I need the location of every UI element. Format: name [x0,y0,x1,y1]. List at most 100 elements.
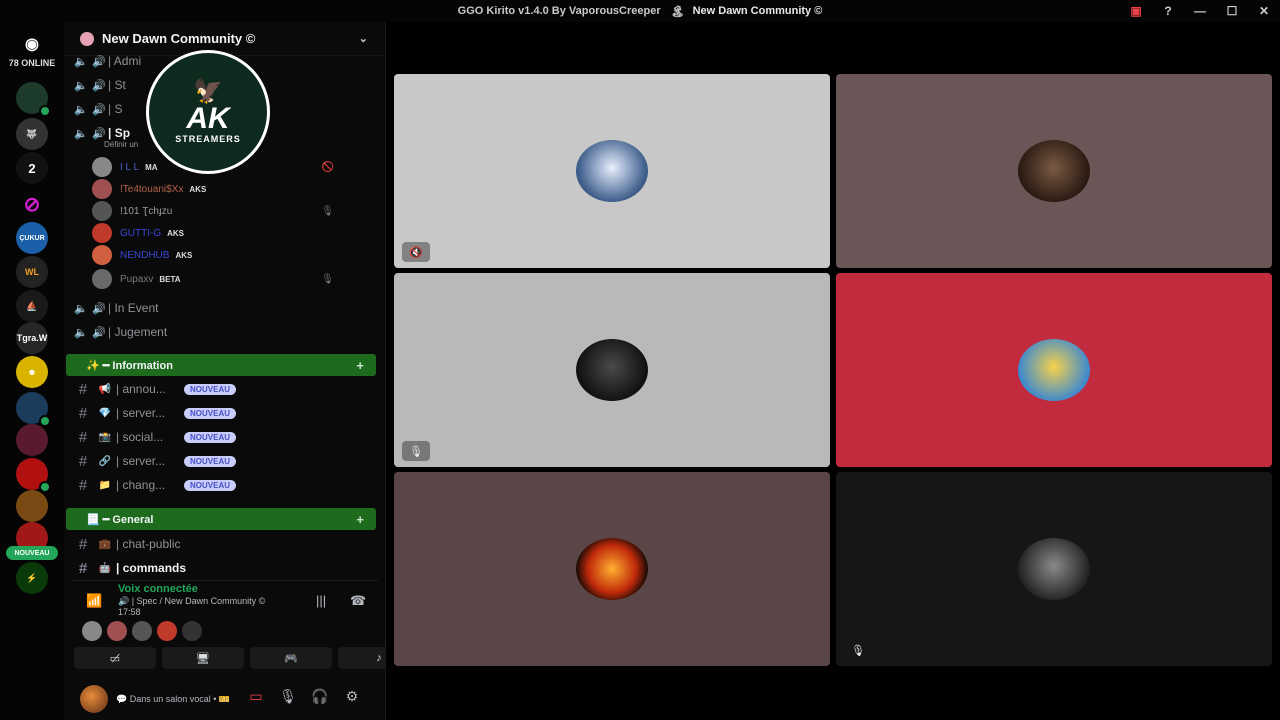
avatar[interactable] [80,685,108,713]
chevron-down-icon[interactable]: ⌄ [359,32,368,45]
hash-icon: # [78,404,88,422]
server-icon-red[interactable] [16,458,51,493]
text-channel-unread[interactable]: # 🤖 | commands [72,557,372,579]
voice-channel[interactable]: 🔈 🔊 | In Event [72,297,274,319]
avatar[interactable] [157,621,177,641]
noise-suppression-icon[interactable]: ||| [316,593,326,608]
server-icon-link[interactable]: ⊘ [16,188,48,220]
maximize-icon[interactable]: ☐ [1216,0,1248,22]
channel-name: | chat-public [116,537,181,551]
camera-off-icon[interactable]: ▭̸ [74,647,156,669]
voice-status[interactable]: Voix connectée [118,583,198,595]
server-icon-tgra[interactable]: Tgra.W [16,322,48,354]
server-icon-ship[interactable]: ⛵ [16,290,48,322]
text-channel[interactable]: # 💼 | chat-public [72,533,372,555]
avatar[interactable] [132,621,152,641]
window-title: GGO Kirito v1.4.0 By VaporousCreeper [457,5,661,17]
username: Pupaxv [120,273,154,285]
text-channel[interactable]: # 📸 | social... NOUVEAU [72,426,372,448]
voice-user[interactable]: Pupaxv BETA 🎙 [92,268,362,290]
avatar [1018,538,1090,600]
avatar[interactable] [107,621,127,641]
category-general[interactable]: 📃 ━ General + [66,508,376,530]
voice-channel-label: | St [108,78,126,92]
participant-tile[interactable] [394,472,830,666]
server-icon-brown[interactable] [16,490,48,522]
participant-tile[interactable] [836,273,1272,467]
avatar[interactable] [82,621,102,641]
voice-user[interactable]: NENDHUB AKS [92,244,362,266]
speaker-icon: 🔊 [92,103,106,116]
username: !101 Ʈchɟzu [120,205,173,217]
new-badge: NOUVEAU [184,479,237,491]
voice-user[interactable]: GUTTI-G AKS [92,222,362,244]
voice-limit-icon: 🔈 [74,79,88,92]
activity-icon[interactable]: 🎮 [250,647,332,669]
participant-tile[interactable]: 🎙 [836,472,1272,666]
user-status[interactable]: 💬 Dans un salon vocal • 🎫 [116,694,230,705]
participant-tile[interactable]: 🎙 [394,273,830,467]
avatar [576,140,648,202]
add-channel-icon[interactable]: + [356,512,364,527]
participant-tile[interactable]: 🔇 [394,74,830,268]
speaker-icon: 🔊 [92,127,106,140]
server-icon-minion[interactable]: ☻ [16,356,48,388]
voice-channel[interactable]: 🔈 🔊 | Jugement [72,321,274,343]
screen-share-icon[interactable]: ▣ [1120,0,1152,22]
speaker-icon: 🔊 [92,55,106,68]
voice-status-hint[interactable]: Définir un [104,140,138,149]
voice-user[interactable]: !Te4touani$Xx AKS [92,178,362,200]
hash-icon: # [78,559,88,577]
notification-badge [39,415,51,427]
text-channel[interactable]: # 📢 | annou... NOUVEAU [72,378,372,400]
username: NENDHUB [120,249,170,261]
voice-user[interactable]: !101 Ʈchɟzu 🎙 [92,200,362,222]
title-bar: GGO Kirito v1.4.0 By VaporousCreeper 🏝 N… [0,0,1280,22]
hash-icon: # [78,452,88,470]
deafened-icon: 🔇 [402,242,430,262]
user-controls: ▭ 🎙 🎧 ⚙ [240,688,368,705]
close-icon[interactable]: ✕ [1248,0,1280,22]
voice-channel-label: | Sp [108,126,131,140]
hash-icon: # [78,476,88,494]
server-icon-cukur[interactable]: ÇUKUR [16,222,48,254]
microphone-icon[interactable]: 🎙 [272,688,304,705]
help-icon[interactable]: ? [1152,0,1184,22]
category-label: ✨ ━ Information [86,359,173,372]
voice-time: 17:58 [118,607,141,617]
participant-tile[interactable] [836,74,1272,268]
notification-badge [39,481,51,493]
add-channel-icon[interactable]: + [356,358,364,373]
window-guild-label: New Dawn Community © [692,5,823,17]
gear-icon[interactable]: ⚙ [336,688,368,705]
server-icon-new-dawn[interactable] [16,82,51,117]
signal-icon[interactable]: 📶 [86,593,102,609]
server-icon-blue[interactable] [16,392,51,427]
discord-home-icon[interactable]: ◉ [16,28,48,60]
server-icon-wolf[interactable]: 🐺 [16,118,48,150]
server-unread-count[interactable]: 2 [16,152,48,184]
guild-name: New Dawn Community © [102,31,256,46]
headphones-icon[interactable]: 🎧 [304,688,336,705]
new-badge: NOUVEAU [184,383,237,395]
text-channel[interactable]: # 💎 | server... NOUVEAU [72,402,372,424]
category-information[interactable]: ✨ ━ Information + [66,354,376,376]
server-icon-green[interactable]: ⚡ [16,562,48,594]
username: I L L [120,161,140,173]
screen-icon[interactable]: 🖥 [162,647,244,669]
avatar[interactable] [182,621,202,641]
server-icon-pink[interactable] [16,424,48,456]
server-icon-wl[interactable]: WL [16,256,48,288]
avatar [576,538,648,600]
text-channel[interactable]: # 📁 | chang... NOUVEAU [72,474,372,496]
new-servers-pill[interactable]: NOUVEAU [6,546,58,560]
user-tag: MA [145,162,158,172]
notification-badge [39,105,51,117]
voice-channel-path[interactable]: 🔊 | Spec / New Dawn Community © [118,596,265,607]
text-channel[interactable]: # 🔗 | server... NOUVEAU [72,450,372,472]
minimize-icon[interactable]: — [1184,0,1216,22]
camera-off-icon[interactable]: ▭ [240,688,272,705]
disconnect-icon[interactable]: ☎ [350,593,366,609]
channel-name: | chang... [116,478,166,492]
ak-streamers-logo: 🦅 AK STREAMERS [146,50,270,174]
